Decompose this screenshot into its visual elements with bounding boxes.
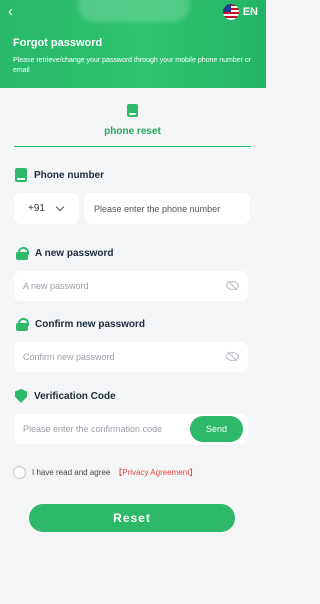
send-code-button[interactable]: Send [190,416,243,442]
header-banner: ‹ EN Forgot password Please retrieve/cha… [0,0,266,88]
tab-label: phone reset [104,126,161,137]
lock-icon [15,247,29,260]
chevron-down-icon [55,202,65,211]
country-code-select[interactable]: +91 [14,193,79,224]
new-password-field[interactable] [14,271,248,301]
country-code-value: +91 [28,203,45,214]
confirm-password-input[interactable] [23,352,218,362]
reset-button[interactable]: Reset [29,504,235,532]
confirm-password-field[interactable] [14,342,248,372]
verification-code-label: Verification Code [15,389,116,403]
new-password-input[interactable] [23,281,218,291]
verification-code-input[interactable] [23,424,182,434]
tab-phone-reset[interactable]: phone reset [14,103,251,147]
verification-code-label-text: Verification Code [34,390,116,402]
lock-icon [15,318,29,331]
eye-off-icon[interactable] [226,352,239,361]
language-switch[interactable]: EN [222,4,258,20]
privacy-agreement-link[interactable]: 【Privacy Agreement】 [114,467,197,478]
phone-number-label: Phone number [15,168,104,182]
agreement-text: I have read and agree [32,468,111,477]
phone-number-label-text: Phone number [34,169,105,181]
shield-icon [15,389,27,403]
verification-code-field[interactable]: Send [14,414,248,444]
new-password-label-text: A new password [35,248,114,259]
agreement-row: I have read and agree 【Privacy Agreement… [13,466,197,479]
phone-field[interactable] [84,193,250,224]
new-password-label: A new password [15,247,114,260]
page-title: Forgot password [13,37,103,49]
language-label: EN [242,6,258,18]
phone-icon [127,104,138,117]
confirm-password-label: Confirm new password [15,318,145,331]
confirm-password-label-text: Confirm new password [35,319,146,330]
header-glow [78,0,190,22]
page-subtitle: Please retrieve/change your password thr… [13,57,252,74]
eye-off-icon[interactable] [226,281,239,290]
us-flag-icon [222,4,239,20]
agreement-checkbox[interactable] [13,466,26,479]
back-chevron-icon[interactable]: ‹ [8,4,22,20]
phone-input[interactable] [94,203,250,214]
phone-icon [15,168,27,182]
